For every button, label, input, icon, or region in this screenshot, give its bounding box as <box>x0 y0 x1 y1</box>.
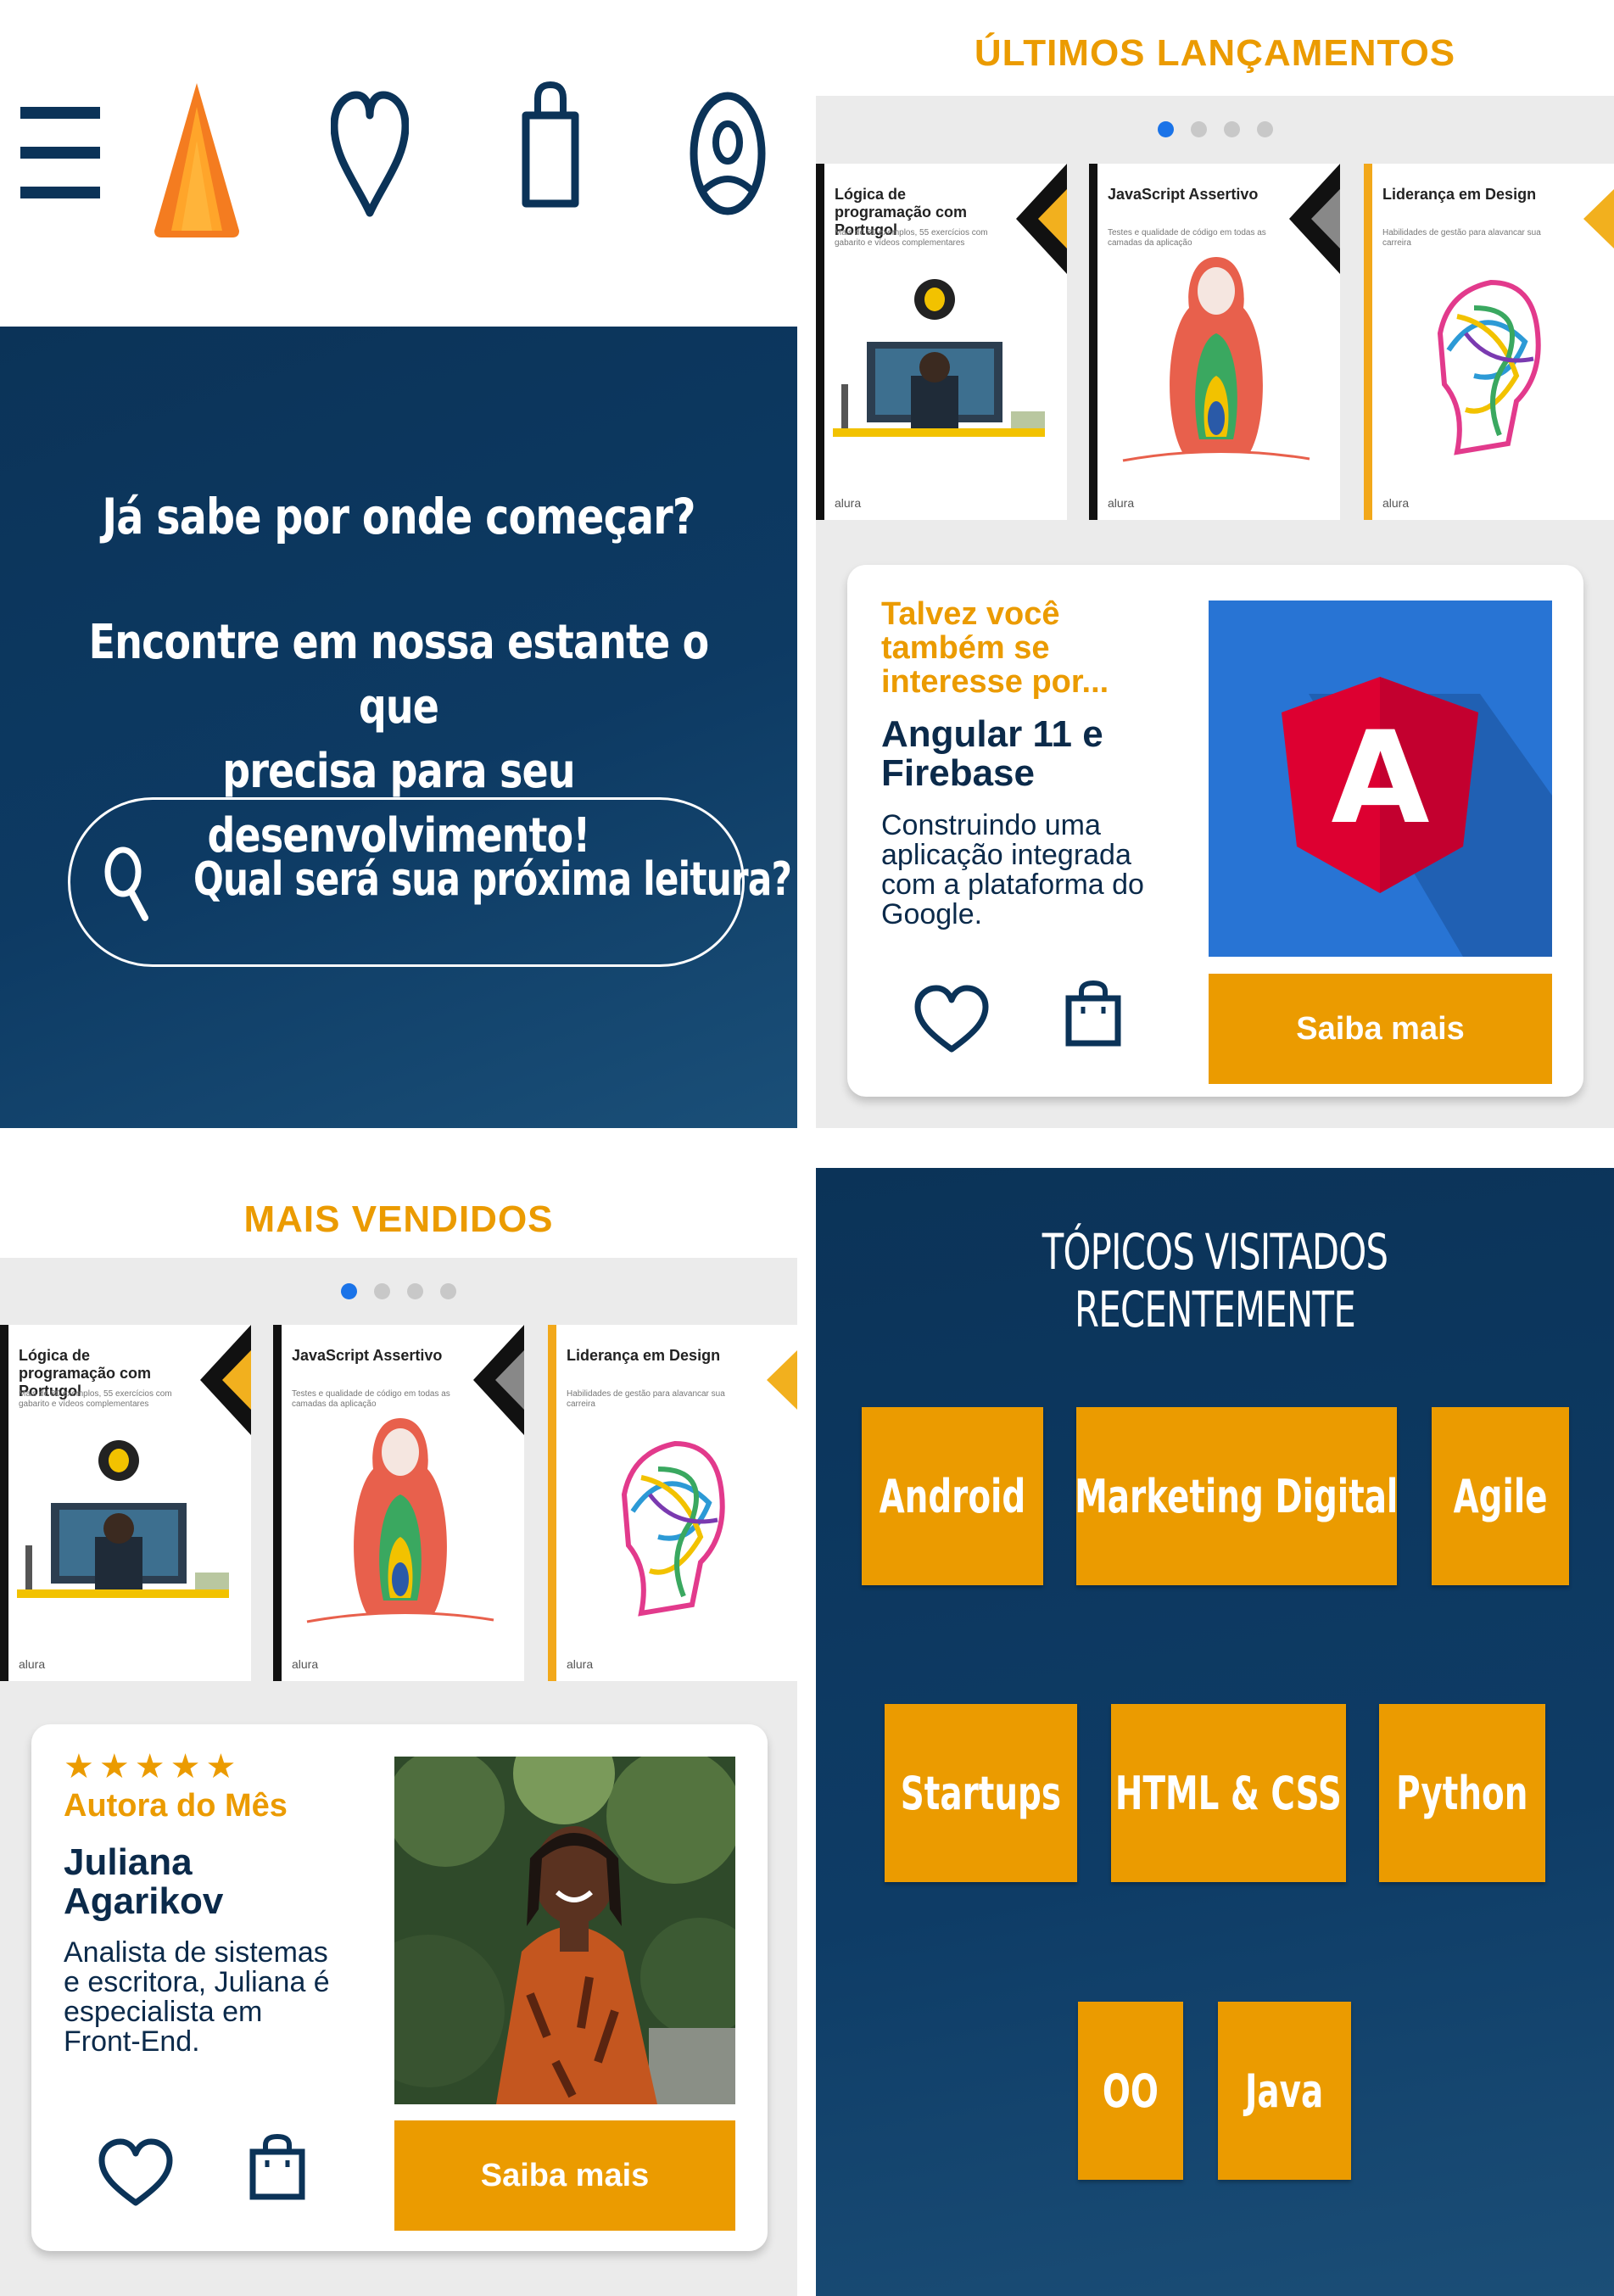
shopping-bag-icon[interactable] <box>249 2133 306 2201</box>
carousel-dots <box>0 1283 797 1304</box>
colorful-head-illustration <box>621 1440 725 1617</box>
suggestion-kicker: Talvez você também se interesse por... <box>881 597 1109 699</box>
topic-java[interactable]: Java <box>1218 2002 1351 2180</box>
book-publisher: alura <box>835 496 862 510</box>
book-publisher: alura <box>19 1657 46 1671</box>
book-cover[interactable]: Liderança em Design Habilidades de gestã… <box>1364 164 1614 520</box>
carousel-dot[interactable] <box>1223 121 1240 137</box>
book-cover[interactable]: Lógica de programação com Portugol Mais … <box>816 164 1067 520</box>
carousel-dot[interactable] <box>1256 121 1273 137</box>
book-publisher: alura <box>1108 496 1135 510</box>
desc-line: e escritora, Juliana é <box>64 1966 330 1998</box>
desc-line: especialista em <box>64 1996 263 2028</box>
topic-marketing-digital[interactable]: Marketing Digital <box>1075 1407 1399 1585</box>
carousel-dot[interactable] <box>374 1283 390 1299</box>
shopping-bag-icon[interactable] <box>1064 980 1122 1047</box>
book-cover[interactable]: JavaScript Assertivo Testes e qualidade … <box>1089 164 1340 520</box>
angular-letter: A <box>1331 705 1430 852</box>
hero-subtitle-line: Encontre em nossa estante o que <box>88 615 710 735</box>
name-line: Juliana <box>64 1841 193 1883</box>
launches-carousel: Lógica de programação com Portugol Mais … <box>816 96 1614 1128</box>
carousel-dot[interactable] <box>407 1283 423 1299</box>
desc-line: Google. <box>881 898 983 930</box>
topic-label: HTML & CSS <box>1114 1766 1343 1820</box>
kicker-line: Talvez você <box>881 596 1060 632</box>
suggestion-card: Talvez você também se interesse por... A… <box>847 565 1583 1097</box>
search-placeholder: Qual será sua próxima leitura? <box>193 852 792 906</box>
topics-heading: TÓPICOS VISITADOS RECENTEMENTE <box>1042 1223 1388 1338</box>
book-row: Lógica de programação com Portugol Mais … <box>816 164 1614 520</box>
heart-icon[interactable] <box>331 90 409 217</box>
app-header <box>0 0 797 327</box>
topic-label: Startups <box>900 1766 1062 1820</box>
book-publisher: alura <box>292 1657 319 1671</box>
topic-label: Python <box>1396 1766 1528 1820</box>
topic-oo[interactable]: OO <box>1078 2002 1183 2180</box>
topic-startups[interactable]: Startups <box>885 1704 1077 1882</box>
book-publisher: alura <box>567 1657 594 1671</box>
bestsellers-carousel: Lógica de programação com Portugol Mais … <box>0 1258 797 2296</box>
desc-line: Analista de sistemas <box>64 1936 328 1969</box>
angular-cover-image[interactable]: A <box>1209 601 1552 957</box>
topic-label: Java <box>1245 2064 1324 2118</box>
name-line: Agarikov <box>64 1880 224 1922</box>
colorful-head-illustration <box>1437 279 1541 455</box>
heart-icon[interactable] <box>913 985 990 1054</box>
topic-label: Android <box>879 1469 1026 1523</box>
search-input[interactable]: Qual será sua próxima leitura? <box>68 797 792 967</box>
author-description: Analista de sistemas e escritora, Julian… <box>64 1938 330 2057</box>
shopping-bag-icon[interactable] <box>521 81 580 209</box>
recent-topics-panel: TÓPICOS VISITADOS RECENTEMENTE Android M… <box>816 1168 1614 2296</box>
desc-line: aplicação integrada <box>881 839 1131 871</box>
hero-banner: Já sabe por onde começar? Encontre em no… <box>0 327 797 1128</box>
title-line: Firebase <box>881 752 1035 794</box>
kicker-line: interesse por... <box>881 664 1109 700</box>
book-cover[interactable]: Liderança em Design Habilidades de gestã… <box>548 1325 797 1681</box>
carousel-dot[interactable] <box>1190 121 1207 137</box>
carousel-dot-active[interactable] <box>1157 121 1174 137</box>
title-line: Angular 11 e <box>881 713 1103 755</box>
bestsellers-heading: MAIS VENDIDOS <box>243 1198 554 1240</box>
carousel-dots <box>816 121 1614 142</box>
saiba-mais-button[interactable]: Saiba mais <box>1209 974 1552 1084</box>
orange-triangle-logo[interactable] <box>153 81 241 239</box>
desc-line: Front-End. <box>64 2025 200 2058</box>
desc-line: com a plataforma do <box>881 869 1144 901</box>
hero-title: Já sabe por onde começar? <box>102 488 695 545</box>
author-photo[interactable] <box>394 1757 735 2104</box>
topic-label: Agile <box>1453 1469 1548 1523</box>
matryoshka-illustration <box>306 1418 494 1623</box>
book-cover[interactable]: Lógica de programação com Portugol Mais … <box>0 1325 251 1681</box>
topic-html-css[interactable]: HTML & CSS <box>1111 1704 1346 1882</box>
topic-python[interactable]: Python <box>1379 1704 1545 1882</box>
kicker-line: também se <box>881 630 1050 666</box>
search-icon <box>104 846 148 921</box>
topic-agile[interactable]: Agile <box>1432 1407 1569 1585</box>
saiba-mais-button[interactable]: Saiba mais <box>394 2120 735 2231</box>
suggestion-description: Construindo uma aplicação integrada com … <box>881 811 1144 930</box>
rating-stars: ★★★★★ <box>64 1748 242 1785</box>
author-card: ★★★★★ Autora do Mês Juliana Agarikov Ana… <box>31 1724 768 2251</box>
topic-label: Marketing Digital <box>1075 1469 1399 1523</box>
book-row: Lógica de programação com Portugol Mais … <box>0 1325 797 1681</box>
programmer-illustration <box>17 1440 229 1598</box>
topic-label: OO <box>1102 2064 1159 2118</box>
user-profile-icon[interactable] <box>689 90 767 217</box>
desc-line: Construindo uma <box>881 809 1101 841</box>
book-publisher: alura <box>1382 496 1410 510</box>
book-cover[interactable]: JavaScript Assertivo Testes e qualidade … <box>273 1325 524 1681</box>
carousel-dot[interactable] <box>440 1283 456 1299</box>
suggestion-title: Angular 11 e Firebase <box>881 715 1103 793</box>
topic-android[interactable]: Android <box>862 1407 1043 1585</box>
hamburger-menu-icon[interactable] <box>20 103 100 202</box>
author-name: Juliana Agarikov <box>64 1843 223 1921</box>
carousel-dot-active[interactable] <box>341 1283 357 1299</box>
matryoshka-illustration <box>1122 257 1310 462</box>
programmer-illustration <box>833 279 1045 437</box>
heart-icon[interactable] <box>98 2138 174 2208</box>
author-kicker: Autora do Mês <box>64 1788 288 1824</box>
launches-heading: ÚLTIMOS LANÇAMENTOS <box>974 32 1456 74</box>
